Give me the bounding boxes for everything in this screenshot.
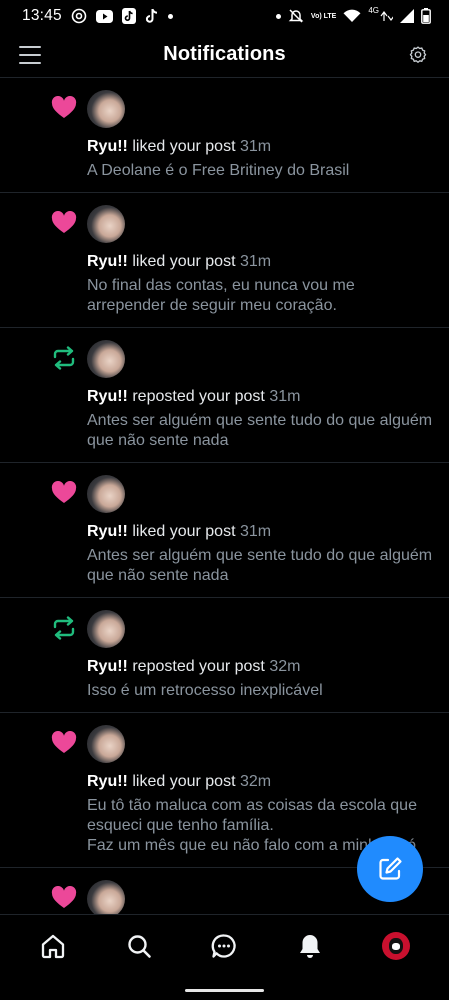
search-icon [127,934,151,958]
post-preview: A Deolane é o Free Britiney do Brasil [87,162,350,179]
compose-post-button[interactable] [357,836,423,902]
heart-icon [50,729,78,757]
status-dot-icon [275,13,281,19]
heart-icon [50,479,78,507]
notification-item[interactable]: Ryu!! liked your post 31m No final das c… [0,193,449,328]
timestamp: 31m [239,138,272,155]
notification-item[interactable]: Ryu!! liked your post 31m A Deolane é o … [0,78,449,193]
timestamp: 32m [239,773,272,790]
avatar[interactable] [87,340,125,378]
more-notifications-dot-icon [167,13,173,19]
post-preview: Antes ser alguém que sente tudo do que a… [87,412,433,449]
chat-button[interactable] [202,924,246,968]
youtube-icon [95,9,113,23]
tiktok-icon [145,8,159,24]
profile-button[interactable] [374,924,418,968]
avatar[interactable] [87,725,125,763]
notification-action: liked your post [132,773,236,790]
timestamp: 31m [239,523,272,540]
timestamp: 32m [269,658,301,675]
notification-action: reposted your post [132,658,265,675]
notifications-bell-icon [300,934,321,958]
author-name[interactable]: Ryu!! [87,253,128,270]
post-preview: Isso é um retrocesso inexplicável [87,682,323,699]
repost-icon [50,614,78,642]
avatar[interactable] [87,90,125,128]
settings-gear-icon[interactable] [408,45,428,65]
wifi-icon [343,9,361,23]
app-header: Notifications [0,32,449,78]
muted-bell-icon [288,8,304,24]
menu-icon[interactable] [19,46,41,64]
author-name[interactable]: Ryu!! [87,523,128,540]
search-button[interactable] [117,924,161,968]
avatar[interactable] [87,880,125,914]
network-type-badge: 4G [368,6,393,23]
heart-icon [50,884,78,912]
author-name[interactable]: Ryu!! [87,773,128,790]
volte-badge: Vo) LTE [310,12,337,20]
status-bar: 13:45 Vo) LTE 4G [0,0,449,32]
timestamp: 31m [269,388,301,405]
post-preview: Antes ser alguém que sente tudo do que a… [87,547,433,584]
notification-item[interactable]: Ryu!! reposted your post 32m Isso é um r… [0,598,449,713]
page-title: Notifications [163,43,286,65]
post-preview: No final das contas, eu nunca vou me arr… [87,277,355,314]
author-name[interactable]: Ryu!! [87,138,128,155]
heart-icon [50,209,78,237]
notification-action: liked your post [132,253,236,270]
notification-item[interactable]: Ryu!! liked your post 31m Antes ser algu… [0,463,449,598]
home-icon [41,934,65,958]
network-type-label: 4G [368,6,379,15]
home-button[interactable] [31,924,75,968]
profile-avatar [382,931,411,960]
battery-icon [421,8,431,24]
chat-icon [212,933,237,958]
avatar[interactable] [87,610,125,648]
heart-icon [50,94,78,122]
notification-action: liked your post [132,523,236,540]
home-indicator[interactable] [185,989,264,992]
tiktok-icon [121,8,136,24]
notifications-button[interactable] [288,924,332,968]
avatar[interactable] [87,475,125,513]
timestamp: 31m [239,253,272,270]
avatar[interactable] [87,205,125,243]
notification-item[interactable]: Ryu!! reposted your post 31m Antes ser a… [0,328,449,463]
repost-icon [50,344,78,372]
notifications-feed: Ryu!! liked your post 31m A Deolane é o … [0,78,449,914]
author-name[interactable]: Ryu!! [87,658,128,675]
notification-action: reposted your post [132,388,265,405]
author-name[interactable]: Ryu!! [87,388,128,405]
signal-icon [400,9,414,23]
status-time: 13:45 [22,7,62,24]
compose-icon [379,857,402,880]
bottom-navigation [0,914,449,976]
notification-action: liked your post [132,138,236,155]
threads-app-icon [71,8,87,24]
